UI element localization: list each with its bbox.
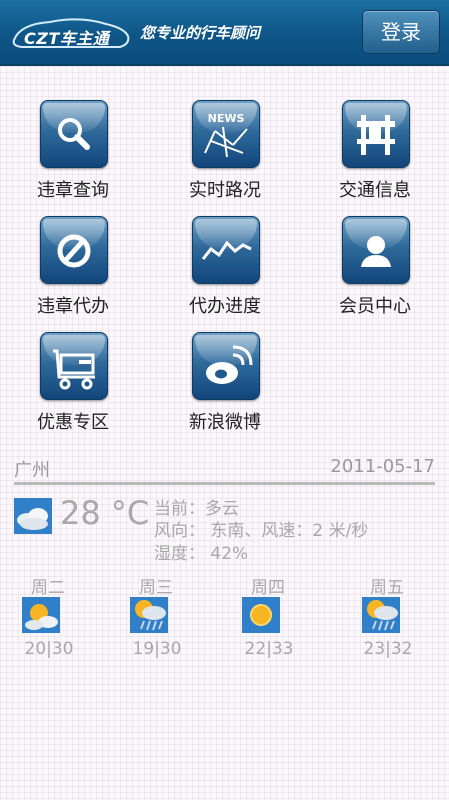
news-map-icon: NEWS (192, 100, 260, 168)
menu-label: 会员中心 (339, 296, 411, 317)
sun-rain-icon (362, 597, 400, 637)
menu-item-violation-agency[interactable]: 违章代办 (12, 216, 132, 326)
forecast-day: 周二 (31, 578, 65, 598)
menu-item-member-center[interactable]: 会员中心 (314, 216, 434, 326)
forecast-day: 周三 (139, 578, 173, 598)
slogan: 您专业的行车顾问 (140, 24, 261, 42)
member-icon (342, 216, 410, 284)
menu-label: 实时路况 (189, 180, 261, 201)
menu-label: 代办进度 (189, 296, 261, 317)
weather-date: 2011-05-17 (330, 456, 435, 477)
forecast-temps: 23|32 (363, 639, 413, 659)
forecast-day: 周五 (370, 578, 404, 598)
app-header: CZT车主通 您专业的行车顾问 登录 (0, 0, 449, 66)
menu-item-live-traffic[interactable]: NEWS 实时路况 (164, 100, 284, 210)
sun-rain-icon (130, 597, 168, 637)
sunny-icon (242, 597, 280, 637)
logo-text: CZT车主通 (24, 29, 110, 48)
wind-info: 风向： 东南、风速：2 米/秒 (154, 521, 369, 541)
svg-text:NEWS: NEWS (208, 112, 245, 125)
menu-label: 违章代办 (37, 296, 109, 317)
road-sign-icon (342, 100, 410, 168)
menu-item-traffic-info[interactable]: 交通信息 (314, 100, 434, 210)
menu-label: 优惠专区 (37, 412, 109, 433)
weather-header: 广州 2011-05-17 (14, 456, 435, 485)
forecast-temps: 19|30 (132, 639, 182, 659)
menu-label: 新浪微博 (189, 412, 261, 433)
app-logo: CZT车主通 (10, 14, 132, 52)
prohibited-icon (40, 216, 108, 284)
menu-item-sina-weibo[interactable]: 新浪微博 (164, 332, 284, 442)
menu-label: 交通信息 (339, 180, 411, 201)
humidity-info: 湿度： 42% (154, 544, 249, 564)
current-temperature: 28 °C (60, 494, 150, 532)
forecast-temps: 20|30 (24, 639, 74, 659)
menu-item-discounts[interactable]: 优惠专区 (12, 332, 132, 442)
menu-item-agency-progress[interactable]: 代办进度 (164, 216, 284, 326)
forecast-temps: 22|33 (244, 639, 294, 659)
weather-city: 广州 (14, 460, 50, 481)
menu-item-violation-query[interactable]: 违章查询 (12, 100, 132, 210)
weibo-icon (192, 332, 260, 400)
forecast-day: 周四 (251, 578, 285, 598)
cloudy-icon (14, 498, 52, 538)
search-icon (40, 100, 108, 168)
shopping-cart-icon (40, 332, 108, 400)
partly-cloudy-icon (22, 597, 60, 637)
progress-chart-icon (192, 216, 260, 284)
menu-label: 违章查询 (37, 180, 109, 201)
login-button[interactable]: 登录 (362, 10, 440, 54)
